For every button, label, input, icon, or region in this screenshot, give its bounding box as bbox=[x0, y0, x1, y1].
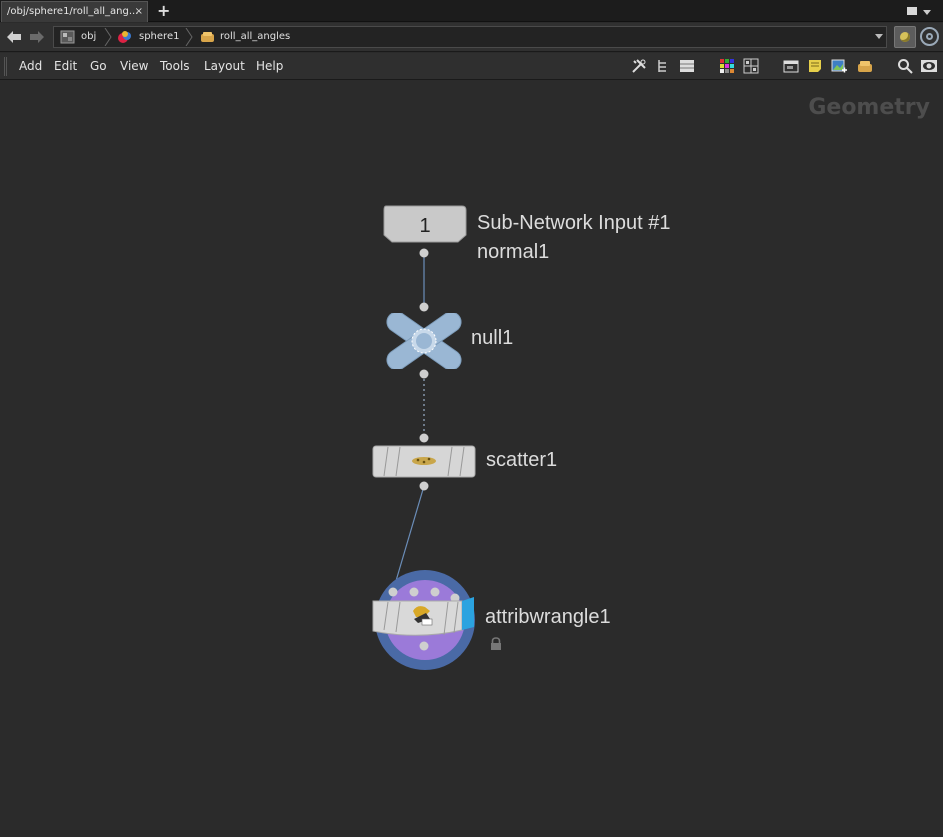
subnet-box-icon[interactable] bbox=[857, 58, 873, 74]
menu-view[interactable]: View bbox=[120, 53, 148, 80]
input-connector-3[interactable] bbox=[430, 587, 440, 597]
eye-icon[interactable] bbox=[921, 58, 937, 74]
obj-icon bbox=[60, 30, 75, 44]
input-connector-2[interactable] bbox=[409, 587, 419, 597]
tab-menu-button[interactable] bbox=[907, 3, 935, 19]
background-image-icon[interactable] bbox=[831, 58, 847, 74]
tab-bar: /obj/sphere1/roll_all_ang... × + bbox=[0, 0, 943, 22]
add-tab-button[interactable]: + bbox=[157, 0, 170, 21]
tree-icon[interactable] bbox=[655, 58, 671, 74]
tools-icon[interactable] bbox=[631, 58, 647, 74]
subnet-input-label: Sub-Network Input #1 bbox=[477, 212, 671, 234]
path-dropdown-icon[interactable] bbox=[875, 34, 883, 39]
path-bar: obj sphere1 roll_all_angles bbox=[0, 23, 943, 52]
output-connector[interactable] bbox=[419, 641, 429, 651]
grid-icon[interactable] bbox=[743, 58, 759, 74]
input-number: 1 bbox=[419, 215, 430, 237]
subnet-input-node[interactable]: 1 bbox=[382, 205, 468, 249]
menu-edit[interactable]: Edit bbox=[54, 53, 77, 80]
attribwrangle1-node[interactable] bbox=[370, 567, 478, 673]
menu-add[interactable]: Add bbox=[19, 53, 42, 80]
arrow-right-icon bbox=[30, 31, 44, 43]
forward-button[interactable] bbox=[28, 29, 46, 45]
network-editor: /obj/sphere1/roll_all_ang... × + obj sph… bbox=[0, 0, 943, 837]
back-button[interactable] bbox=[5, 29, 23, 45]
lock-icon[interactable] bbox=[489, 637, 503, 651]
output-connector[interactable] bbox=[418, 247, 430, 259]
drag-handle[interactable] bbox=[4, 57, 7, 76]
menu-go[interactable]: Go bbox=[90, 53, 107, 80]
pin-icon bbox=[900, 32, 910, 42]
menu-help[interactable]: Help bbox=[256, 53, 283, 80]
input-connector-1[interactable] bbox=[388, 587, 398, 597]
crumb-roll-all-angles[interactable]: roll_all_angles bbox=[220, 27, 290, 47]
tab-roll-all-angles[interactable]: /obj/sphere1/roll_all_ang... × bbox=[1, 1, 148, 22]
pin-button[interactable] bbox=[894, 26, 916, 48]
chevron-down-icon bbox=[923, 10, 931, 15]
chevron-right-icon bbox=[185, 28, 193, 46]
input-connector[interactable] bbox=[418, 432, 430, 444]
search-icon[interactable] bbox=[897, 58, 913, 74]
attribwrangle1-label: attribwrangle1 bbox=[485, 606, 611, 628]
network-box-icon[interactable] bbox=[783, 58, 799, 74]
null1-label: null1 bbox=[471, 327, 514, 349]
output-connector[interactable] bbox=[418, 480, 430, 492]
chevron-right-icon bbox=[104, 28, 112, 46]
menu-layout[interactable]: Layout bbox=[204, 53, 245, 80]
tab-label: /obj/sphere1/roll_all_ang... bbox=[7, 6, 139, 17]
crumb-sphere1[interactable]: sphere1 bbox=[139, 27, 179, 47]
sphere-icon bbox=[118, 31, 131, 43]
null1-node[interactable] bbox=[385, 313, 463, 369]
color-palette-icon[interactable] bbox=[719, 58, 735, 74]
pane-icon bbox=[907, 7, 917, 15]
subnet-input-sublabel: normal1 bbox=[477, 241, 550, 263]
subnet-icon bbox=[201, 32, 214, 42]
output-connector[interactable] bbox=[418, 368, 430, 380]
scatter1-node[interactable] bbox=[372, 445, 476, 478]
link-icon bbox=[926, 33, 933, 40]
menu-bar: Add Edit Go View Tools Layout Help bbox=[0, 53, 943, 80]
menu-tools[interactable]: Tools bbox=[160, 53, 190, 80]
arrow-left-icon bbox=[7, 31, 21, 43]
network-canvas[interactable]: Geometry 1 Sub-Network Input #1 normal1 … bbox=[0, 81, 943, 837]
scatter1-label: scatter1 bbox=[486, 449, 558, 471]
sticky-note-icon[interactable] bbox=[807, 58, 823, 74]
input-connector[interactable] bbox=[418, 301, 430, 313]
crumb-obj[interactable]: obj bbox=[81, 27, 96, 47]
list-icon[interactable] bbox=[679, 58, 695, 74]
link-button[interactable] bbox=[920, 27, 939, 46]
breadcrumb[interactable]: obj sphere1 roll_all_angles bbox=[53, 26, 887, 48]
scatter-icon bbox=[412, 457, 436, 465]
close-tab-icon[interactable]: × bbox=[135, 2, 143, 21]
